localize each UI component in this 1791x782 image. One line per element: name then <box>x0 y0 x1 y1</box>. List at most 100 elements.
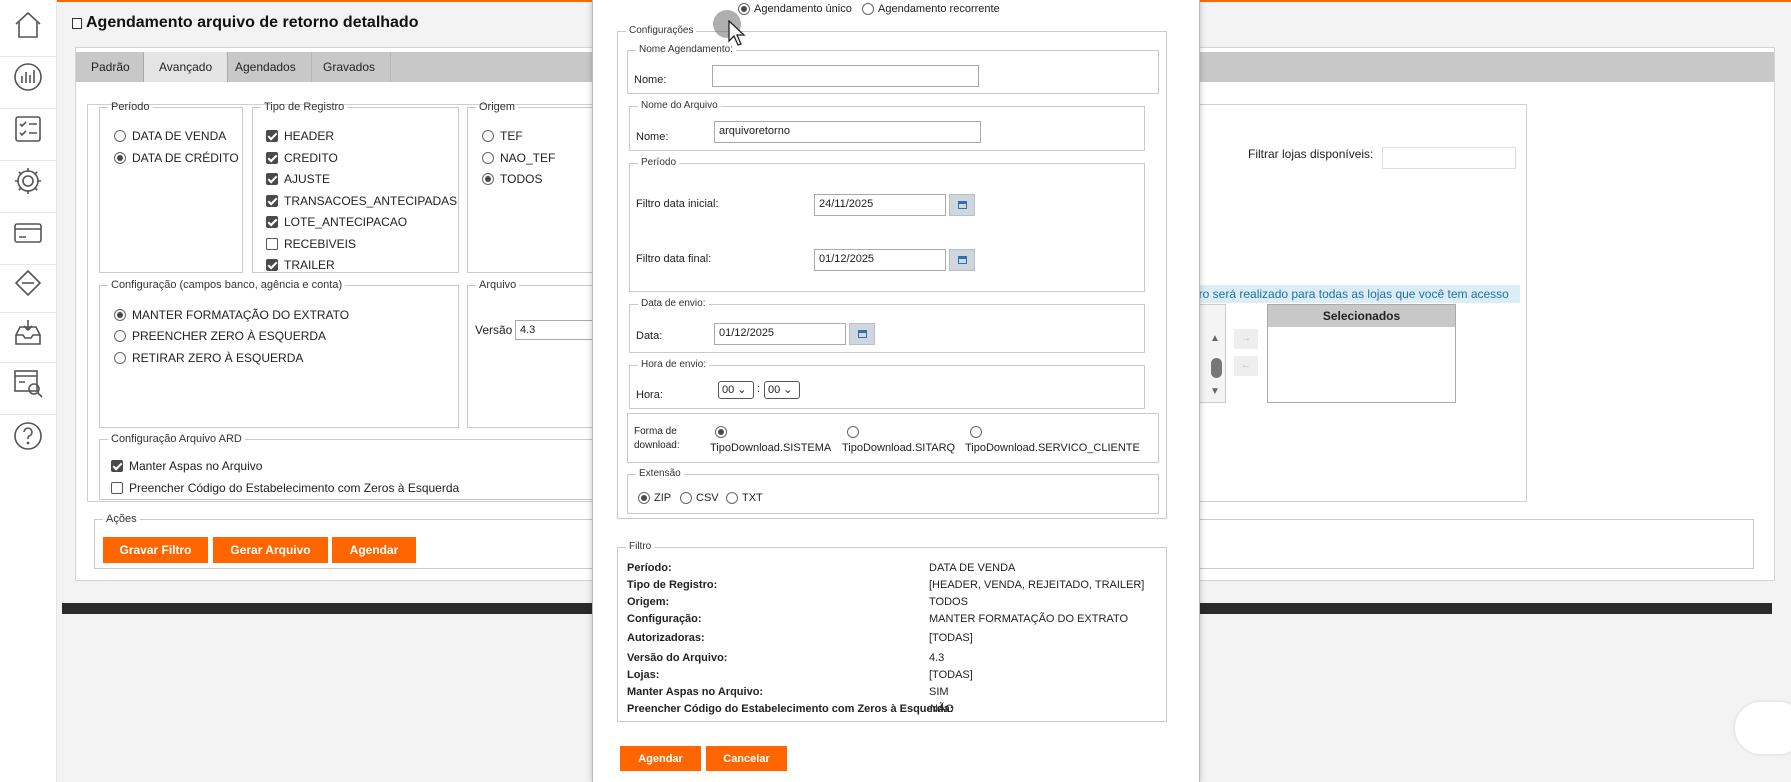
move-right-icon[interactable]: → <box>1234 329 1258 349</box>
filtrar-lojas-label: Filtrar lojas disponíveis: <box>1248 147 1374 161</box>
hora-envio-label: Hora: <box>636 389 663 401</box>
tipo-registro-header[interactable]: HEADER <box>266 129 334 143</box>
summary-key-autorizadoras: Autorizadoras: <box>627 632 705 644</box>
tipo-registro-legend: Tipo de Registro <box>264 101 345 113</box>
home-icon[interactable] <box>11 8 45 42</box>
summary-value-manter-aspas: SIM <box>929 686 949 698</box>
summary-key-configuracao: Configuração: <box>627 613 702 625</box>
summary-value-autorizadoras: [TODAS] <box>929 632 973 644</box>
configuracao-option-preencher[interactable]: PREENCHER ZERO À ESQUERDA <box>114 329 326 343</box>
periodo-modal-group: Período <box>629 157 1145 292</box>
agendamento-recorrente-radio[interactable]: Agendamento recorrente <box>862 3 1000 15</box>
modal-cancelar-button[interactable]: Cancelar <box>706 746 787 771</box>
card-icon[interactable] <box>11 216 45 250</box>
summary-value-configuracao: MANTER FORMATAÇÃO DO EXTRATO <box>929 613 1129 625</box>
nome-agendamento-input[interactable] <box>712 65 979 87</box>
filtrar-lojas-input[interactable] <box>1382 147 1516 169</box>
data-final-input[interactable]: 01/12/2025 <box>814 249 946 271</box>
tipo-registro-lote-antecipacao[interactable]: LOTE_ANTECIPACAO <box>266 215 407 229</box>
diamond-icon[interactable] <box>11 266 45 300</box>
settings-icon[interactable] <box>11 164 45 198</box>
arquivo-group: Arquivo <box>467 279 597 428</box>
scroll-up-icon[interactable]: ▲ <box>1210 333 1220 344</box>
configuracao-option-manter[interactable]: MANTER FORMATAÇÃO DO EXTRATO <box>114 308 349 322</box>
summary-key-manter-aspas: Manter Aspas no Arquivo: <box>627 686 764 698</box>
data-final-calendar-icon[interactable] <box>949 249 975 271</box>
tipo-registro-recebiveis[interactable]: RECEBIVEIS <box>266 237 356 251</box>
summary-value-preencher-codigo: NÃO <box>930 703 954 715</box>
scrollbar-thumb[interactable] <box>1211 358 1222 378</box>
inbox-icon[interactable] <box>11 316 45 350</box>
agendamento-modal: Agendamento único Agendamento recorrente… <box>592 0 1200 782</box>
arquivo-legend: Arquivo <box>479 279 517 291</box>
versao-label: Versão <box>475 323 513 337</box>
tab-agendados[interactable]: Agendados <box>220 52 312 82</box>
data-envio-group: Data de envio: <box>629 298 1145 353</box>
data-inicial-calendar-icon[interactable] <box>949 194 975 216</box>
data-inicial-input[interactable]: 24/11/2025 <box>814 194 946 216</box>
periodo-group: Período <box>99 101 243 273</box>
chat-widget[interactable] <box>1735 702 1791 754</box>
origem-group: Origem <box>467 101 597 273</box>
extensao-txt-radio[interactable]: TXT <box>726 492 763 504</box>
move-left-icon[interactable]: ← <box>1234 356 1258 376</box>
mouse-cursor-icon <box>728 19 746 49</box>
hora-separator: : <box>757 383 761 395</box>
tipo-registro-credito[interactable]: CREDITO <box>266 151 338 165</box>
report-search-icon[interactable] <box>11 366 45 400</box>
download-sitarq-label: TipoDownload.SITARQ <box>842 442 956 454</box>
gravar-filtro-button[interactable]: Gravar Filtro <box>103 537 208 563</box>
summary-key-versao: Versão do Arquivo: <box>627 652 728 664</box>
modal-agendar-button[interactable]: Agendar <box>620 746 701 771</box>
gerar-arquivo-button[interactable]: Gerar Arquivo <box>213 537 328 563</box>
tab-avancado[interactable]: Avançado <box>143 52 229 82</box>
agendamento-unico-radio[interactable]: Agendamento único <box>738 3 852 15</box>
periodo-option-venda[interactable]: DATA DE VENDA <box>114 129 226 143</box>
download-sistema-radio[interactable] <box>715 426 727 441</box>
minuto-select[interactable]: 00 ⌄ <box>764 381 800 399</box>
tab-padrao[interactable]: Padrão <box>76 52 146 82</box>
tipo-registro-trailer[interactable]: TRAILER <box>266 258 335 272</box>
summary-value-origem: TODOS <box>929 596 968 608</box>
lojas-info-message: iltro será realizado para todas as lojas… <box>1190 285 1520 303</box>
data-inicial-label: Filtro data inicial: <box>636 198 719 210</box>
preencher-codigo-checkbox[interactable]: Preencher Código do Estabelecimento com … <box>111 481 459 495</box>
help-icon[interactable] <box>11 419 45 453</box>
extensao-csv-radio[interactable]: CSV <box>680 492 719 504</box>
summary-key-periodo: Período: <box>627 562 672 574</box>
forma-download-label-2: download: <box>634 440 680 451</box>
origem-option-tef[interactable]: TEF <box>482 129 523 143</box>
nome-arquivo-label: Nome: <box>636 131 669 143</box>
origem-option-todos[interactable]: TODOS <box>482 172 542 186</box>
acoes-legend: Ações <box>106 513 137 525</box>
agendar-main-button[interactable]: Agendar <box>332 537 416 563</box>
nome-agendamento-label: Nome: <box>634 74 667 86</box>
periodo-option-credito[interactable]: DATA DE CRÉDITO <box>114 151 239 165</box>
summary-value-periodo: DATA DE VENDA <box>929 562 1016 574</box>
sidebar <box>0 0 57 782</box>
scroll-down-icon[interactable]: ▼ <box>1210 386 1220 397</box>
hora-select[interactable]: 00 ⌄ <box>718 381 754 399</box>
origem-option-nao-tef[interactable]: NAO_TEF <box>482 151 555 165</box>
manter-aspas-checkbox[interactable]: Manter Aspas no Arquivo <box>111 459 262 473</box>
summary-key-preencher-codigo: Preencher Código do Estabelecimento com … <box>627 703 954 715</box>
checklist-icon[interactable] <box>11 112 45 146</box>
summary-value-versao: 4.3 <box>929 652 945 664</box>
extensao-zip-radio[interactable]: ZIP <box>638 492 671 504</box>
download-sitarq-radio[interactable] <box>847 426 859 441</box>
data-envio-input[interactable]: 01/12/2025 <box>714 323 846 345</box>
configuracao-option-retirar[interactable]: RETIRAR ZERO À ESQUERDA <box>114 351 303 365</box>
summary-key-origem: Origem: <box>627 596 670 608</box>
nome-arquivo-input[interactable]: arquivoretorno <box>714 121 981 143</box>
page-title-text: Agendamento arquivo de retorno detalhado <box>86 14 419 31</box>
tab-gravados[interactable]: Gravados <box>308 52 392 82</box>
download-sistema-label: TipoDownload.SISTEMA <box>710 442 832 454</box>
download-servico-cliente-radio[interactable] <box>970 426 982 441</box>
data-envio-calendar-icon[interactable] <box>849 323 875 345</box>
selecionados-header: Selecionados <box>1268 305 1455 327</box>
tipo-registro-transacoes-antecipadas[interactable]: TRANSACOES_ANTECIPADAS <box>266 194 457 208</box>
tipo-registro-ajuste[interactable]: AJUSTE <box>266 172 330 186</box>
summary-value-tipo-registro: [HEADER, VENDA, REJEITADO, TRAILER] <box>929 579 1145 591</box>
versao-select[interactable]: 4.3 <box>515 320 595 340</box>
dashboard-icon[interactable] <box>11 60 45 94</box>
